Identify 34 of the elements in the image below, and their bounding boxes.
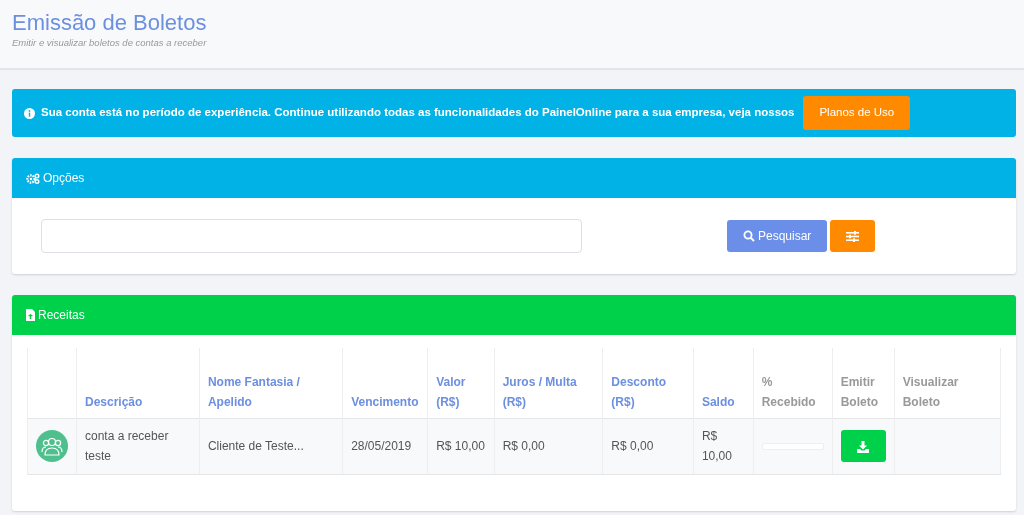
column-header[interactable]: Vencimento: [351, 391, 420, 412]
table-cell: R$ 0,00: [502, 439, 545, 453]
page-subtitle: Emitir e visualizar boletos de contas a receber: [12, 36, 208, 51]
search-icon: [743, 230, 755, 242]
column-header[interactable]: Valor (R$): [436, 371, 486, 412]
search-field[interactable]: [41, 219, 582, 253]
download-button[interactable]: [840, 430, 886, 462]
search-button[interactable]: Pesquisar: [727, 220, 828, 252]
gears-icon: [26, 172, 40, 184]
column-header: Emitir Boleto: [840, 373, 880, 411]
receipts-title: Receitas: [38, 307, 85, 324]
alert-text: Sua conta está no período de experiência. Continue utilizando todas as funcionalidades do PainelOnline para a sua empresa, veja nossos: [41, 105, 795, 121]
info-icon: [24, 107, 35, 119]
plans-button[interactable]: Planos de Uso: [803, 96, 911, 130]
column-header: Visualizar Boleto: [902, 373, 960, 411]
table-cell: R$ 10,00: [701, 429, 732, 463]
column-header[interactable]: Juros / Multa (R$): [502, 371, 595, 412]
sliders-icon: [846, 231, 860, 243]
column-header[interactable]: Nome Fantasia / Apelido: [207, 371, 335, 412]
table-cell: conta a receber teste: [85, 429, 169, 463]
options-title: Opções: [43, 170, 85, 187]
avatar-icon: [36, 430, 68, 462]
document-icon: [26, 309, 35, 321]
column-header: % Recebido: [761, 373, 817, 411]
table-cell: 28/05/2019: [351, 439, 412, 453]
filter-button[interactable]: [830, 220, 876, 252]
table-cell: Cliente de Teste...: [207, 439, 304, 453]
download-icon: [857, 440, 870, 453]
column-header[interactable]: Saldo: [701, 391, 745, 412]
column-header[interactable]: Desconto (R$): [611, 371, 685, 412]
column-header[interactable]: Descrição: [85, 391, 191, 412]
table-cell: R$ 0,00: [611, 439, 654, 453]
page-title: Emissão de Boletos: [12, 10, 208, 37]
table-cell: R$ 10,00: [436, 439, 485, 453]
